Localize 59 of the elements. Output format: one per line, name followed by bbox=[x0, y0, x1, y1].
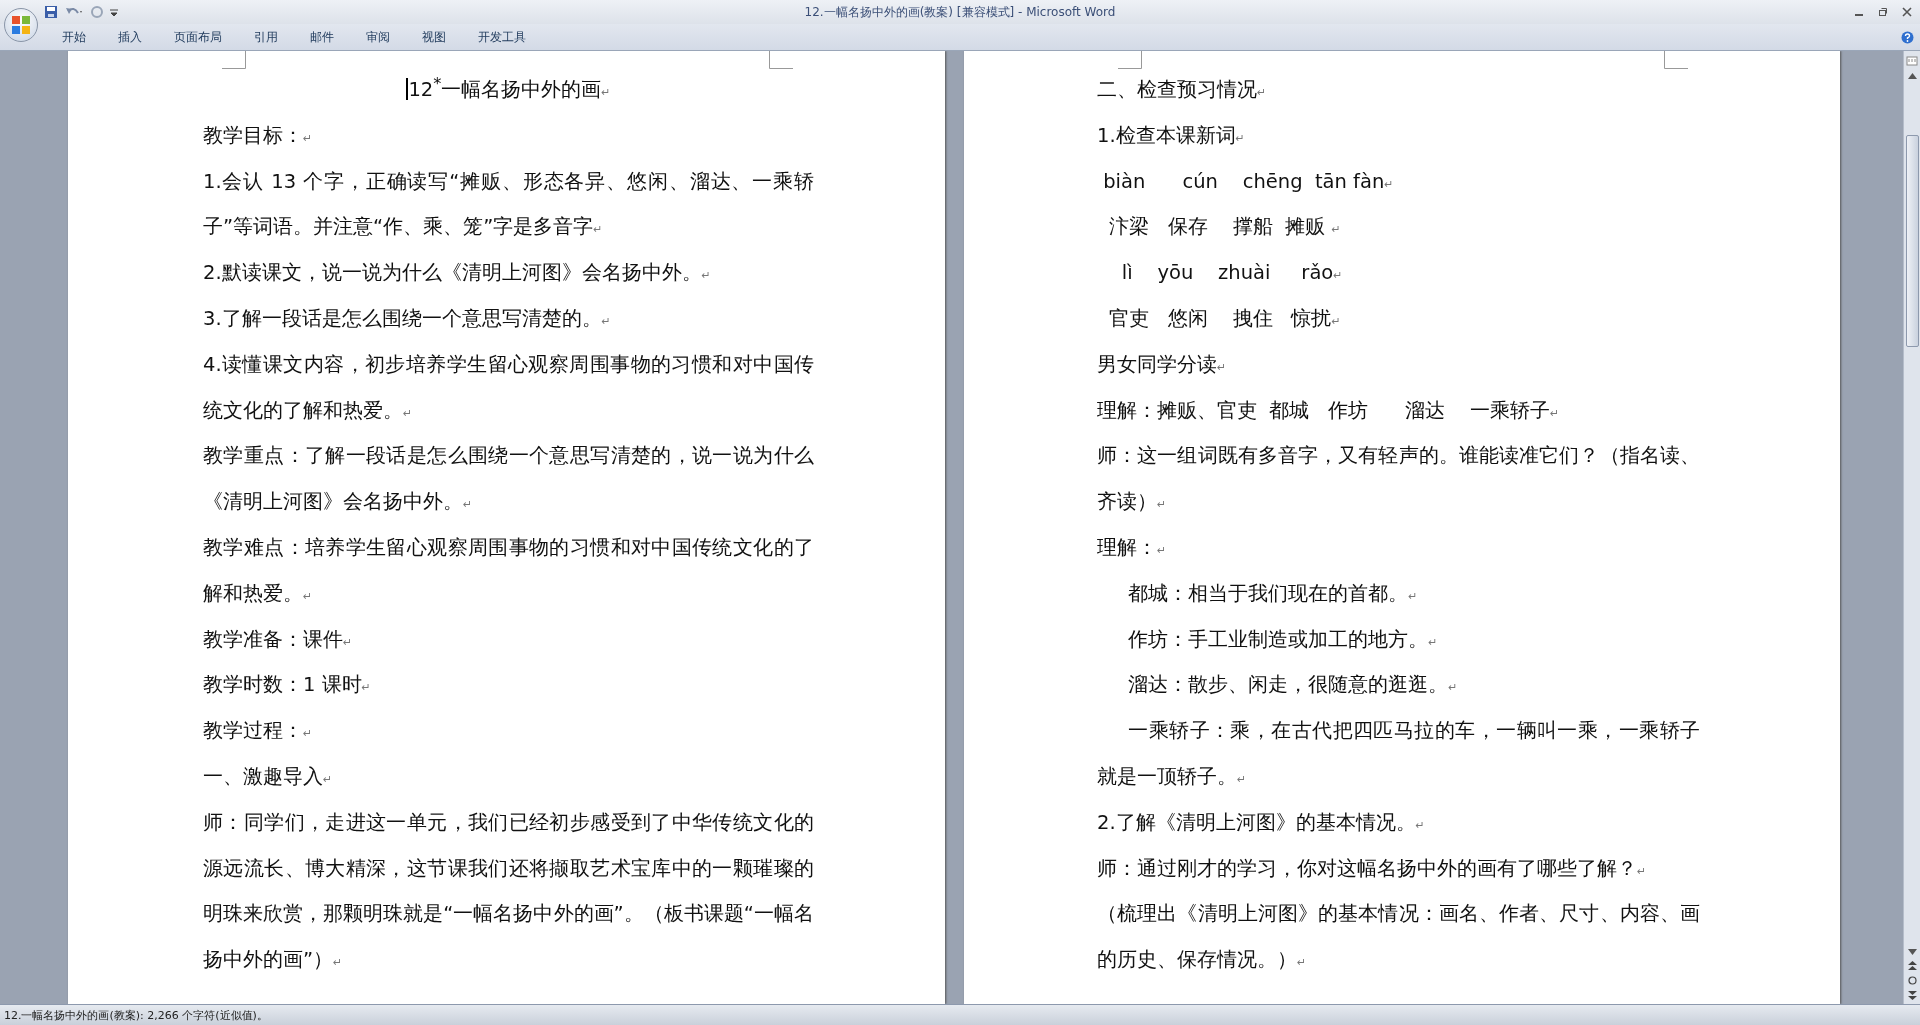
ribbon-tab[interactable]: 引用 bbox=[242, 25, 290, 49]
ribbon-tab[interactable]: 审阅 bbox=[354, 25, 402, 49]
restore-icon[interactable] bbox=[1878, 7, 1888, 17]
paragraph: 1.会认 13 个字，正确读写“摊贩、形态各异、悠闲、溜达、一乘轿子”等词语。并注意“作、乘、笼”字是多音字↵ bbox=[203, 168, 814, 241]
paragraph: 一、激趣导入↵ bbox=[203, 763, 334, 790]
next-page-icon[interactable] bbox=[1907, 991, 1917, 1000]
window-title: 12.一幅名扬中外的画(教案) [兼容模式] - Microsoft Word bbox=[804, 3, 1116, 21]
paragraph: 理解：摊贩、官吏 都城 作坊 溜达 一乘轿子↵ bbox=[1097, 397, 1561, 424]
paragraph: 2.了解《清明上河图》的基本情况。↵ bbox=[1097, 809, 1426, 836]
paragraph: lì yōu zhuài rǎo↵ bbox=[1120, 260, 1344, 287]
crop-mark-drawing bbox=[769, 51, 793, 69]
status-text: 12.一幅名扬中外的画(教案): 2,266 个字符(近似值)。 bbox=[4, 1007, 268, 1023]
paragraph: 都城：相当于我们现在的首都。↵ bbox=[1127, 580, 1419, 607]
customize-caret-icon[interactable] bbox=[110, 8, 118, 16]
paragraph: 作坊：手工业制造或加工的地方。↵ bbox=[1127, 626, 1439, 653]
paragraph: 师：这一组词既有多音字，又有轻声的。谁能读准它们？（指名读、齐读）↵ bbox=[1097, 443, 1700, 516]
crop-mark-drawing bbox=[1118, 51, 1142, 69]
close-icon[interactable] bbox=[1902, 7, 1912, 17]
previous-page-icon[interactable] bbox=[1907, 961, 1917, 970]
ribbon-tab[interactable]: 开发工具 bbox=[466, 25, 538, 49]
paragraph: 2.默读课文，说一说为什么《清明上河图》会名扬中外。↵ bbox=[203, 260, 712, 287]
paragraph: 12$^{*}$一幅名扬中外的画↵ bbox=[405, 72, 612, 103]
paragraph: 理解：↵ bbox=[1097, 534, 1168, 561]
scroll-thumb[interactable] bbox=[1905, 135, 1919, 347]
ribbon-tab[interactable]: 视图 bbox=[410, 25, 458, 49]
ribbon-tab[interactable]: 邮件 bbox=[298, 25, 346, 49]
paragraph: biàn cún chēng tān fàn↵ bbox=[1102, 168, 1395, 195]
paragraph: 3.了解一段话是怎么围绕一个意思写清楚的。↵ bbox=[203, 306, 612, 332]
ribbon-tab[interactable]: 插入 bbox=[106, 25, 154, 49]
paragraph: 教学重点：了解一段话是怎么围绕一个意思写清楚的，说一说为什么《清明上河图》会名扬中外。↵ bbox=[203, 443, 814, 516]
paragraph: 1.检查本课新词↵ bbox=[1097, 122, 1246, 149]
paragraph: 师：通过刚才的学习，你对这幅名扬中外的画有了哪些了解？↵ bbox=[1097, 855, 1648, 882]
scroll-down-icon[interactable] bbox=[1907, 949, 1917, 955]
paragraph: 溜达：散步、闲走，很随意的逛逛。↵ bbox=[1127, 672, 1459, 699]
scroll-up-icon[interactable] bbox=[1907, 73, 1917, 79]
ribbon-tab[interactable]: 开始 bbox=[50, 25, 98, 49]
office-button[interactable] bbox=[4, 8, 38, 42]
help-icon[interactable] bbox=[1901, 30, 1914, 44]
paragraph: 教学准备：课件↵ bbox=[203, 626, 354, 653]
paragraph: 4.读懂课文内容，初步培养学生留心观察周围事物的习惯和对中国传统文化的了解和热爱。↵ bbox=[203, 351, 814, 424]
paragraph: 一乘轿子：乘，在古代把四匹马拉的车，一辆叫一乘，一乘轿子就是一顶轿子。↵ bbox=[1097, 718, 1700, 790]
paragraph: 教学目标：↵ bbox=[203, 122, 314, 149]
paragraph: 官吏 悠闲 拽住 惊扰↵ bbox=[1108, 306, 1342, 332]
paragraph: 二、检查预习情况↵ bbox=[1097, 77, 1268, 103]
crop-mark-drawing bbox=[1664, 51, 1688, 69]
save-icon[interactable] bbox=[44, 5, 58, 19]
paragraph: 教学时数：1 课时↵ bbox=[203, 672, 372, 699]
ribbon-tab[interactable]: 页面布局 bbox=[162, 25, 234, 49]
text-cursor-icon bbox=[406, 78, 409, 100]
paragraph: 教学过程：↵ bbox=[203, 718, 314, 745]
crop-mark-drawing bbox=[222, 51, 246, 69]
ruler-toggle-icon[interactable] bbox=[1906, 55, 1918, 67]
paragraph: （梳理出《清明上河图》的基本情况：画名、作者、尺寸、内容、画的历史、保存情况。）↵ bbox=[1097, 901, 1700, 974]
paragraph: 男女同学分读↵ bbox=[1097, 351, 1228, 378]
vertical-scrollbar[interactable] bbox=[1903, 51, 1920, 1004]
paragraph: 教学难点：培养学生留心观察周围事物的习惯和对中国传统文化的了解和热爱。↵ bbox=[203, 534, 814, 607]
paragraph: 师：同学们，走进这一单元，我们已经初步感受到了中华传统文化的源远流长、博大精深，这节课我们还将撷取艺术宝库中的一颗璀璨的明珠来欣赏，那颗明珠就是“一幅名扬中外的画”。（板书课题“一幅名扬中外的画”）↵ bbox=[203, 809, 814, 974]
paragraph: 汴梁 保存 撑船 摊贩 ↵ bbox=[1108, 214, 1342, 241]
browse-object-icon[interactable] bbox=[1907, 976, 1917, 985]
